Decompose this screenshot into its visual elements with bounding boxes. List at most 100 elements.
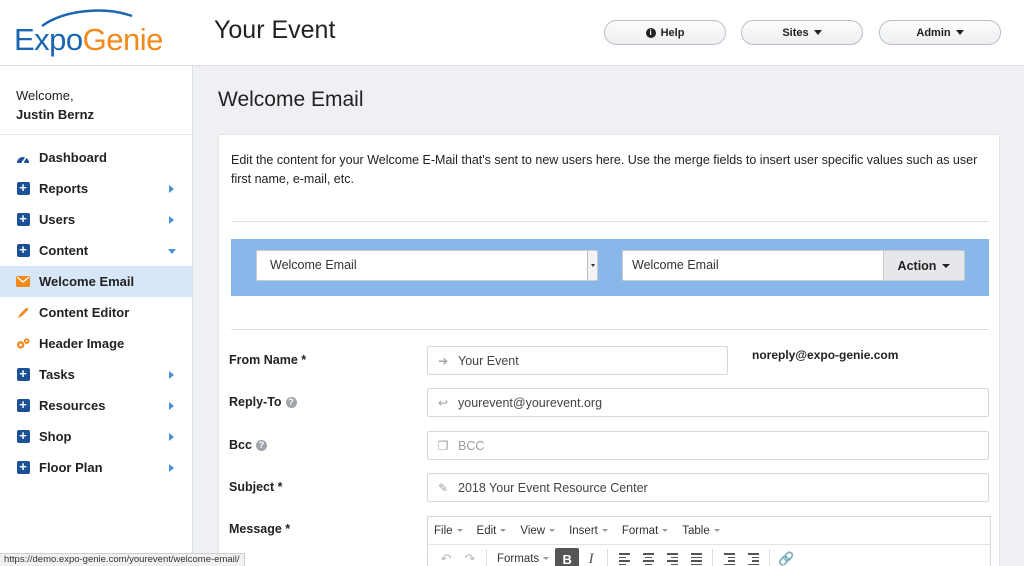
logo-expo-text: Expo [14, 22, 83, 57]
align-left-icon[interactable] [612, 548, 636, 566]
plus-icon: + [16, 367, 30, 381]
plus-icon: + [16, 243, 30, 257]
from-name-label: From Name * [229, 353, 307, 367]
action-label: Action [897, 258, 937, 273]
top-header: ExpoGenie Your Event i Help Sites Admin [0, 0, 1024, 66]
chevron-right-icon [169, 433, 174, 441]
sidebar-item-label: Content [39, 243, 89, 258]
from-email-address: noreply@expo-genie.com [752, 348, 899, 362]
template-select-value: Welcome Email [270, 258, 357, 272]
bcc-placeholder: BCC [458, 438, 485, 453]
sidebar-item-users[interactable]: + Users [0, 204, 192, 235]
reply-icon: ↩ [437, 395, 449, 410]
caret-down-icon [942, 263, 951, 268]
subject-label: Subject * [229, 480, 283, 494]
template-name-input[interactable]: Welcome Email [622, 250, 884, 281]
envelope-icon [16, 275, 30, 289]
sidebar-item-label: Header Image [39, 336, 125, 351]
help-icon[interactable]: ? [285, 396, 297, 408]
sidebar-item-shop[interactable]: + Shop [0, 421, 192, 452]
gears-icon [16, 337, 30, 351]
event-title: Your Event [214, 16, 336, 44]
sidebar-item-label: Welcome Email [39, 274, 135, 289]
align-center-icon[interactable] [636, 548, 660, 566]
divider [231, 221, 989, 222]
dashboard-icon [16, 151, 30, 165]
from-name-value: Your Event [458, 353, 519, 368]
menu-file[interactable]: File [434, 525, 463, 537]
info-icon: i [645, 27, 656, 38]
plus-icon: + [16, 460, 30, 474]
sites-dropdown-button[interactable]: Sites [741, 20, 863, 45]
reply-to-label: Reply-To ? [229, 395, 297, 409]
sidebar-item-floor-plan[interactable]: + Floor Plan [0, 452, 192, 483]
chevron-right-icon [169, 371, 174, 379]
sidebar-item-label: Tasks [39, 367, 75, 382]
admin-dropdown-button[interactable]: Admin [879, 20, 1001, 45]
chevron-right-icon [169, 216, 174, 224]
undo-icon[interactable]: ↶ [434, 548, 458, 566]
menu-table[interactable]: Table [682, 525, 720, 537]
sidebar-item-reports[interactable]: + Reports [0, 173, 192, 204]
expogenie-logo[interactable]: ExpoGenie [14, 8, 184, 58]
user-name: Justin Bernz [16, 107, 95, 122]
menu-edit[interactable]: Edit [477, 525, 507, 537]
reply-to-value: yourevent@yourevent.org [458, 395, 603, 410]
sidebar-item-label: Users [39, 212, 76, 227]
welcome-block: Welcome, Justin Bernz [16, 86, 94, 124]
chevron-right-icon [169, 464, 174, 472]
sidebar-item-welcome-email[interactable]: Welcome Email [0, 266, 192, 297]
template-select[interactable]: Welcome Email [256, 250, 598, 281]
from-name-field[interactable]: ➔ Your Event [427, 346, 728, 375]
chevron-right-icon [169, 402, 174, 410]
indent-icon[interactable] [741, 548, 765, 566]
arrow-right-icon: ➔ [437, 353, 449, 368]
sidebar-item-label: Reports [39, 181, 89, 196]
menu-format[interactable]: Format [622, 525, 669, 537]
help-icon[interactable]: ? [255, 439, 267, 451]
edit-icon: ✎ [437, 480, 449, 495]
sidebar-item-label: Floor Plan [39, 460, 103, 475]
admin-label: Admin [916, 26, 951, 39]
section-title: Welcome Email [218, 88, 364, 111]
caret-down-icon [813, 30, 822, 35]
outdent-icon[interactable] [717, 548, 741, 566]
sidebar-item-content[interactable]: + Content [0, 235, 192, 266]
redo-icon[interactable]: ↷ [458, 548, 482, 566]
welcome-text: Welcome, [16, 88, 74, 103]
editor-toolbar: ↶ ↷ Formats B I 🔗 [428, 545, 990, 566]
sidebar-item-resources[interactable]: + Resources [0, 390, 192, 421]
align-justify-icon[interactable] [684, 548, 708, 566]
message-editor[interactable]: File Edit View Insert Format Table ↶ ↷ F… [427, 516, 991, 566]
sites-label: Sites [782, 26, 809, 39]
reply-to-field[interactable]: ↩ yourevent@yourevent.org [427, 388, 989, 417]
plus-icon: + [16, 181, 30, 195]
help-label: Help [660, 26, 685, 39]
logo-wordmark: ExpoGenie [14, 22, 163, 58]
browser-status-url: https://demo.expo-genie.com/yourevent/we… [0, 553, 245, 566]
caret-down-icon [955, 30, 964, 35]
link-icon[interactable]: 🔗 [774, 548, 798, 566]
sidebar-item-header-image[interactable]: Header Image [0, 328, 192, 359]
sidebar-item-tasks[interactable]: + Tasks [0, 359, 192, 390]
bcc-field[interactable]: ❐ BCC [427, 431, 989, 460]
subject-field[interactable]: ✎ 2018 Your Event Resource Center [427, 473, 989, 502]
sidebar-item-label: Resources [39, 398, 106, 413]
sidebar-item-label: Content Editor [39, 305, 130, 320]
menu-view[interactable]: View [520, 525, 556, 537]
sidebar-item-label: Dashboard [39, 150, 107, 165]
menu-insert[interactable]: Insert [569, 525, 608, 537]
help-button[interactable]: i Help [604, 20, 726, 45]
sidebar: Welcome, Justin Bernz Dashboard + Report… [0, 66, 193, 566]
editor-menubar: File Edit View Insert Format Table [428, 517, 990, 545]
divider [231, 329, 989, 330]
align-right-icon[interactable] [660, 548, 684, 566]
chevron-right-icon [169, 185, 174, 193]
action-dropdown-button[interactable]: Action [883, 250, 965, 281]
formats-dropdown[interactable]: Formats [491, 553, 555, 565]
sidebar-item-content-editor[interactable]: Content Editor [0, 297, 192, 328]
sidebar-nav: Dashboard + Reports + Users + Content We… [0, 142, 192, 483]
bold-button[interactable]: B [555, 548, 580, 566]
sidebar-item-dashboard[interactable]: Dashboard [0, 142, 192, 173]
italic-button[interactable]: I [579, 548, 603, 566]
